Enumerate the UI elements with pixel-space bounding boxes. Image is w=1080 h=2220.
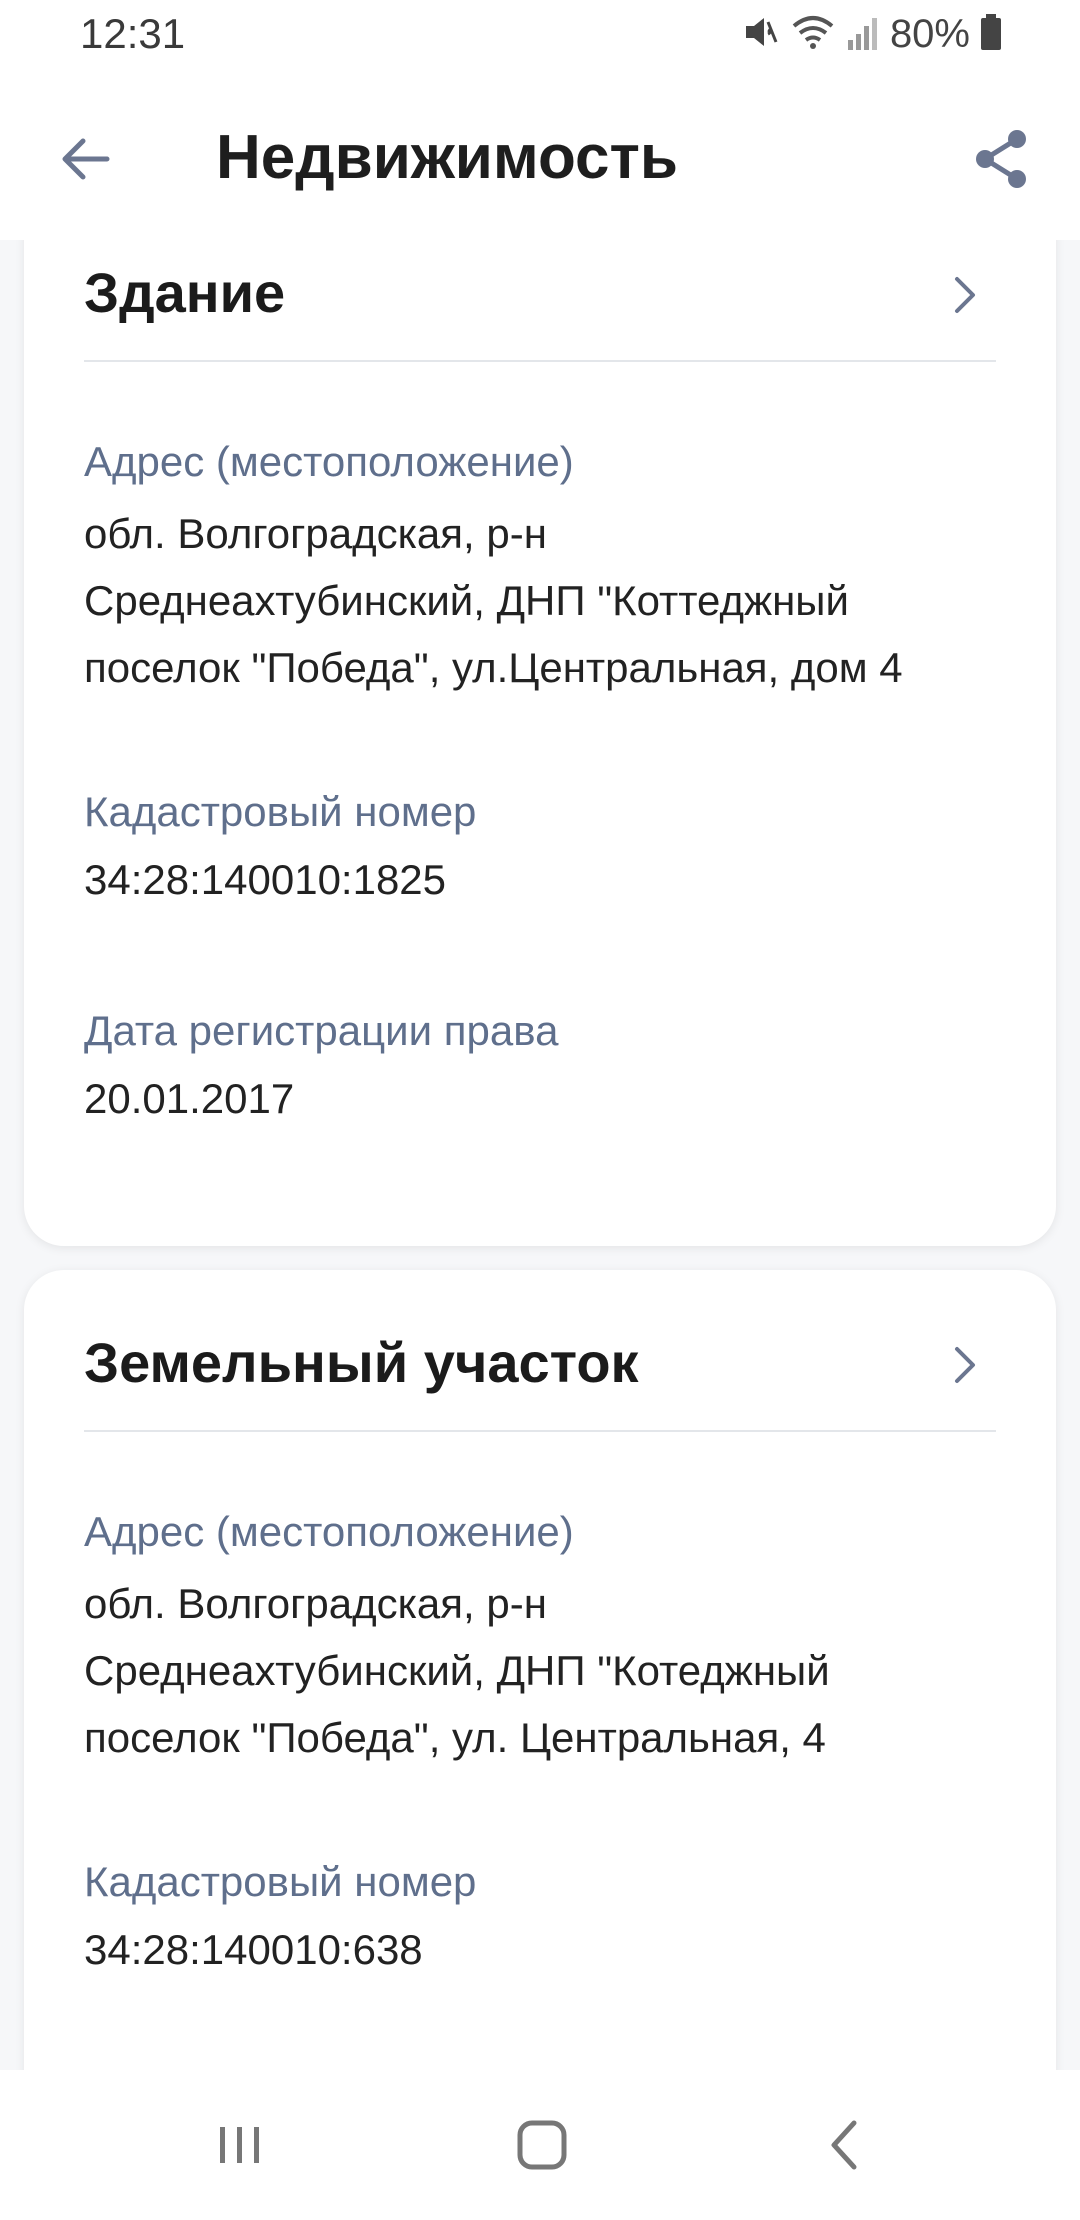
card-header[interactable]: Здание xyxy=(84,240,996,362)
cadastral-number-label: Кадастровый номер xyxy=(84,788,477,835)
status-icons: 80% xyxy=(740,12,1002,57)
address-line: поселок "Победа", ул. Центральная, 4 xyxy=(84,1714,826,1761)
cadastral-number-value: 34:28:140010:1825 xyxy=(84,856,447,903)
recents-icon xyxy=(220,2127,259,2163)
mute-icon xyxy=(740,12,780,57)
battery-icon xyxy=(980,12,1002,57)
back-button[interactable] xyxy=(50,124,120,194)
address-value: обл. Волгоградская, р-н Среднеахтубински… xyxy=(84,1570,1004,1771)
page-title: Недвижимость xyxy=(216,123,678,192)
property-card-building: Здание Адрес (местоположение) обл. Волго… xyxy=(24,240,1056,1246)
cadastral-number-label: Кадастровый номер xyxy=(84,1858,477,1905)
signal-icon xyxy=(846,12,880,57)
system-nav-bar xyxy=(0,2070,1080,2220)
back-icon xyxy=(831,2120,857,2170)
registration-date-value: 20.01.2017 xyxy=(84,1075,295,1122)
property-card-land: Земельный участок Адрес (местоположение)… xyxy=(24,1270,1056,2070)
chevron-right-icon[interactable] xyxy=(946,270,986,320)
address-label: Адрес (местоположение) xyxy=(84,1508,574,1555)
address-line: обл. Волгоградская, р-н xyxy=(84,1580,547,1627)
address-line: поселок "Победа", ул.Центральная, дом 4 xyxy=(84,644,903,691)
chevron-right-icon[interactable] xyxy=(946,1340,986,1390)
cadastral-number-value: 34:28:140010:638 xyxy=(84,1926,423,1973)
address-line: обл. Волгоградская, р-н xyxy=(84,510,547,557)
recents-button[interactable] xyxy=(200,2110,280,2180)
card-title: Здание xyxy=(84,261,286,324)
home-icon xyxy=(517,2120,567,2170)
share-button[interactable] xyxy=(964,122,1038,196)
registration-date-label: Дата регистрации права xyxy=(84,1007,559,1054)
arrow-left-icon xyxy=(62,138,110,180)
wifi-icon xyxy=(790,12,836,57)
card-header[interactable]: Земельный участок xyxy=(84,1310,996,1432)
address-label: Адрес (местоположение) xyxy=(84,438,574,485)
home-button[interactable] xyxy=(502,2110,582,2180)
address-line: Среднеахтубинский, ДНП "Котеджный xyxy=(84,1647,830,1694)
app-header: Недвижимость xyxy=(0,80,1080,240)
status-time: 12:31 xyxy=(80,10,186,57)
address-value: обл. Волгоградская, р-н Среднеахтубински… xyxy=(84,500,1004,701)
system-back-button[interactable] xyxy=(806,2110,886,2180)
share-icon xyxy=(976,130,1026,188)
status-bar: 12:31 80% xyxy=(0,0,1080,80)
address-line: Среднеахтубинский, ДНП "Коттеджный xyxy=(84,577,849,624)
card-title: Земельный участок xyxy=(84,1331,639,1394)
content-scroll[interactable]: Здание Адрес (местоположение) обл. Волго… xyxy=(0,240,1080,2070)
battery-level: 80% xyxy=(889,12,970,56)
